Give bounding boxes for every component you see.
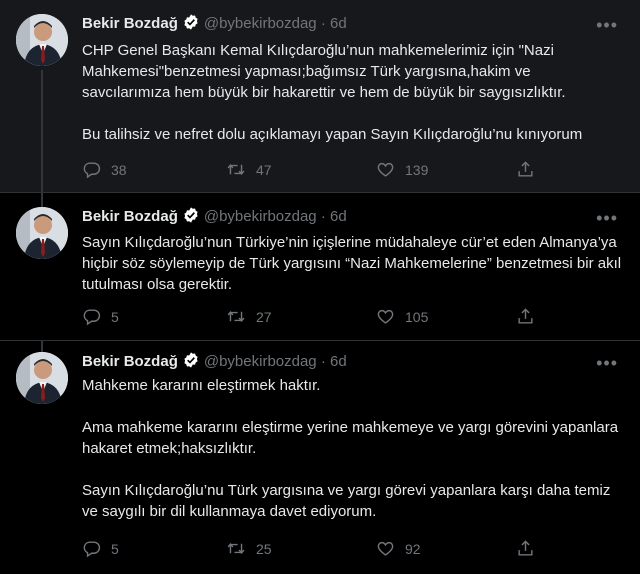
- reply-button[interactable]: 5: [82, 307, 119, 326]
- like-icon: [376, 307, 405, 326]
- like-icon: [376, 160, 405, 179]
- tweet-paragraph: Bu talihsiz ve nefret dolu açıklamayı ya…: [82, 126, 583, 143]
- like-button[interactable]: 105: [376, 307, 428, 326]
- tweet-time[interactable]: 6d: [330, 15, 347, 32]
- separator-dot: ·: [320, 353, 326, 370]
- avatar[interactable]: [16, 207, 68, 259]
- reply-icon: [82, 539, 111, 558]
- author-name[interactable]: Bekir Bozdağ: [82, 353, 178, 370]
- retweet-count: 25: [256, 540, 272, 557]
- more-options-icon[interactable]: •••: [596, 354, 618, 372]
- like-count: 105: [405, 308, 429, 325]
- reply-count: 5: [111, 540, 119, 557]
- like-count: 92: [405, 540, 421, 557]
- tweet-header: Bekir Bozdağ @bybekirbozdag · 6d: [82, 351, 347, 375]
- share-icon: [516, 160, 545, 179]
- thread-line: [41, 193, 43, 207]
- reply-count: 5: [111, 308, 119, 325]
- tweet[interactable]: Bekir Bozdağ @bybekirbozdag · 6d ••• Sayı…: [0, 192, 640, 340]
- retweet-button[interactable]: 47: [226, 160, 272, 179]
- tweet[interactable]: Bekir Bozdağ @bybekirbozdag · 6d ••• Mahk…: [0, 340, 640, 574]
- reply-button[interactable]: 5: [82, 539, 119, 558]
- tweet-paragraph: CHP Genel Başkanı Kemal Kılıçdaroğlu’nun…: [82, 42, 566, 101]
- tweet-actions: 5 27 105: [82, 307, 542, 327]
- author-name[interactable]: Bekir Bozdağ: [82, 208, 178, 225]
- reply-icon: [82, 307, 111, 326]
- reply-icon: [82, 160, 111, 179]
- verified-badge-icon: [182, 351, 200, 375]
- retweet-count: 47: [256, 161, 272, 178]
- retweet-button[interactable]: 27: [226, 307, 272, 326]
- tweet-paragraph: Mahkeme kararını eleştirmek haktır.: [82, 377, 321, 394]
- thread-line: [41, 70, 43, 192]
- tweet-header: Bekir Bozdağ @bybekirbozdag · 6d: [82, 13, 347, 37]
- share-icon: [516, 307, 545, 326]
- tweet-paragraph: Ama mahkeme kararını eleştirme yerine ma…: [82, 419, 619, 457]
- tweet-paragraph: Sayın Kılıçdaroğlu’nu Türk yargısına ve …: [82, 482, 611, 520]
- tweet-text: Sayın Kılıçdaroğlu’nun Türkiye’nin içişl…: [82, 232, 622, 295]
- tweet-paragraph: Sayın Kılıçdaroğlu’nun Türkiye’nin içişl…: [82, 234, 622, 293]
- tweet-text: Mahkeme kararını eleştirmek haktır. Ama m…: [82, 375, 622, 522]
- like-count: 139: [405, 161, 429, 178]
- reply-button[interactable]: 38: [82, 160, 127, 179]
- more-options-icon[interactable]: •••: [596, 16, 618, 34]
- author-name[interactable]: Bekir Bozdağ: [82, 15, 178, 32]
- share-icon: [516, 539, 545, 558]
- separator-dot: ·: [320, 15, 326, 32]
- share-button[interactable]: [516, 160, 545, 179]
- more-options-icon[interactable]: •••: [596, 209, 618, 227]
- separator-dot: ·: [320, 208, 326, 225]
- like-button[interactable]: 139: [376, 160, 428, 179]
- tweet-time[interactable]: 6d: [330, 208, 347, 225]
- retweet-icon: [226, 160, 256, 179]
- tweet-header: Bekir Bozdağ @bybekirbozdag · 6d: [82, 206, 347, 230]
- author-handle[interactable]: @bybekirbozdag: [204, 15, 317, 32]
- share-button[interactable]: [516, 307, 545, 326]
- tweet[interactable]: Bekir Bozdağ @bybekirbozdag · 6d ••• CHP …: [0, 0, 640, 192]
- like-icon: [376, 539, 405, 558]
- tweet-actions: 5 25 92: [82, 539, 542, 559]
- retweet-count: 27: [256, 308, 272, 325]
- tweet-text: CHP Genel Başkanı Kemal Kılıçdaroğlu’nun…: [82, 40, 622, 145]
- author-handle[interactable]: @bybekirbozdag: [204, 208, 317, 225]
- author-handle[interactable]: @bybekirbozdag: [204, 353, 317, 370]
- avatar[interactable]: [16, 352, 68, 404]
- tweet-time[interactable]: 6d: [330, 353, 347, 370]
- retweet-button[interactable]: 25: [226, 539, 272, 558]
- like-button[interactable]: 92: [376, 539, 421, 558]
- verified-badge-icon: [182, 206, 200, 230]
- tweet-actions: 38 47 139: [82, 160, 542, 180]
- share-button[interactable]: [516, 539, 545, 558]
- avatar[interactable]: [16, 14, 68, 66]
- reply-count: 38: [111, 161, 127, 178]
- thread-line: [41, 341, 43, 352]
- retweet-icon: [226, 539, 256, 558]
- retweet-icon: [226, 307, 256, 326]
- verified-badge-icon: [182, 13, 200, 37]
